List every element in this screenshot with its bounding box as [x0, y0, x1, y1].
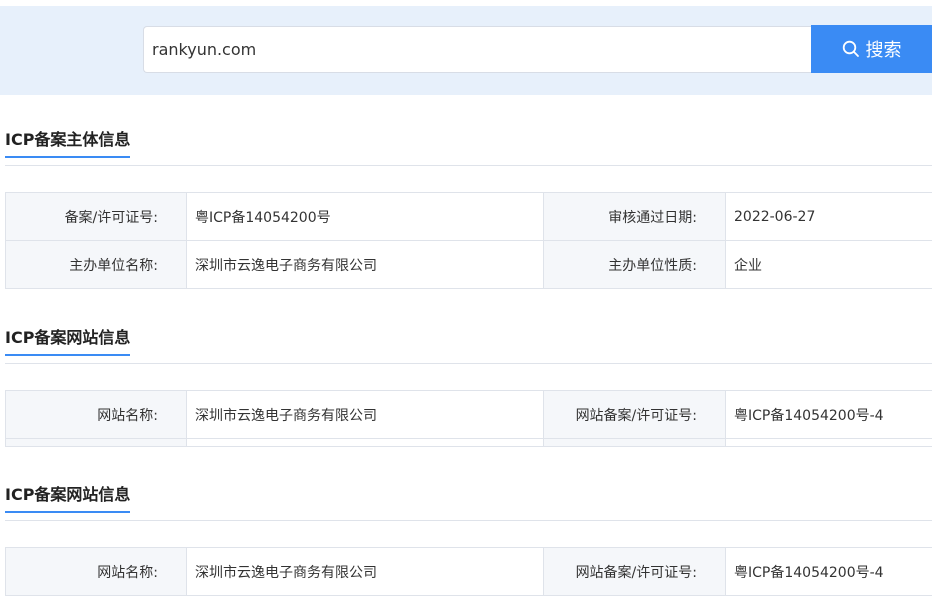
table-row: [5, 438, 932, 447]
label-website-name: 网站名称:: [5, 547, 187, 596]
table-row: 网站名称: 深圳市云逸电子商务有限公司 网站备案/许可证号: 粤ICP备1405…: [5, 390, 932, 439]
section-title-icp-website: ICP备案网站信息: [5, 482, 131, 513]
label-sponsor-type: 主办单位性质:: [543, 240, 726, 289]
label-website-name: 网站名称:: [5, 390, 187, 439]
website-table-wrapper: 网站名称: 深圳市云逸电子商务有限公司 网站备案/许可证号: 粤ICP备1405…: [5, 390, 932, 450]
section-divider: [5, 520, 932, 521]
section-divider: [5, 165, 932, 166]
icp-website-table: 网站名称: 深圳市云逸电子商务有限公司 网站备案/许可证号: 粤ICP备1405…: [5, 547, 932, 596]
value-website-name: 深圳市云逸电子商务有限公司: [186, 390, 544, 439]
value-approval-date: 2022-06-27: [725, 192, 932, 241]
table-row: 备案/许可证号: 粤ICP备14054200号 审核通过日期: 2022-06-…: [5, 192, 932, 241]
value-website-name: 深圳市云逸电子商务有限公司: [186, 547, 544, 596]
search-button[interactable]: 搜索: [811, 25, 932, 73]
value-website-license: 粤ICP备14054200号-4: [725, 390, 932, 439]
section-title-icp-website: ICP备案网站信息: [5, 325, 131, 356]
search-input[interactable]: [143, 26, 811, 73]
label-sponsor-name: 主办单位名称:: [5, 240, 187, 289]
search-icon: [842, 40, 859, 57]
value-sponsor-type: 企业: [725, 240, 932, 289]
value-sponsor-name: 深圳市云逸电子商务有限公司: [186, 240, 544, 289]
label-license-number: 备案/许可证号:: [5, 192, 187, 241]
value-website-license: 粤ICP备14054200号-4: [725, 547, 932, 596]
section-divider: [5, 363, 932, 364]
label-approval-date: 审核通过日期:: [543, 192, 726, 241]
icp-entity-table: 备案/许可证号: 粤ICP备14054200号 审核通过日期: 2022-06-…: [5, 192, 932, 289]
label-website-license: 网站备案/许可证号:: [543, 547, 726, 596]
table-row: 网站名称: 深圳市云逸电子商务有限公司 网站备案/许可证号: 粤ICP备1405…: [5, 547, 932, 596]
section-title-icp-entity: ICP备案主体信息: [5, 127, 131, 158]
search-button-label: 搜索: [865, 40, 902, 61]
table-row: 主办单位名称: 深圳市云逸电子商务有限公司 主办单位性质: 企业: [5, 240, 932, 289]
value-license-number: 粤ICP备14054200号: [186, 192, 544, 241]
icp-website-table: 网站名称: 深圳市云逸电子商务有限公司 网站备案/许可证号: 粤ICP备1405…: [5, 390, 932, 447]
label-website-license: 网站备案/许可证号:: [543, 390, 726, 439]
website-table-wrapper: 网站名称: 深圳市云逸电子商务有限公司 网站备案/许可证号: 粤ICP备1405…: [5, 547, 932, 599]
